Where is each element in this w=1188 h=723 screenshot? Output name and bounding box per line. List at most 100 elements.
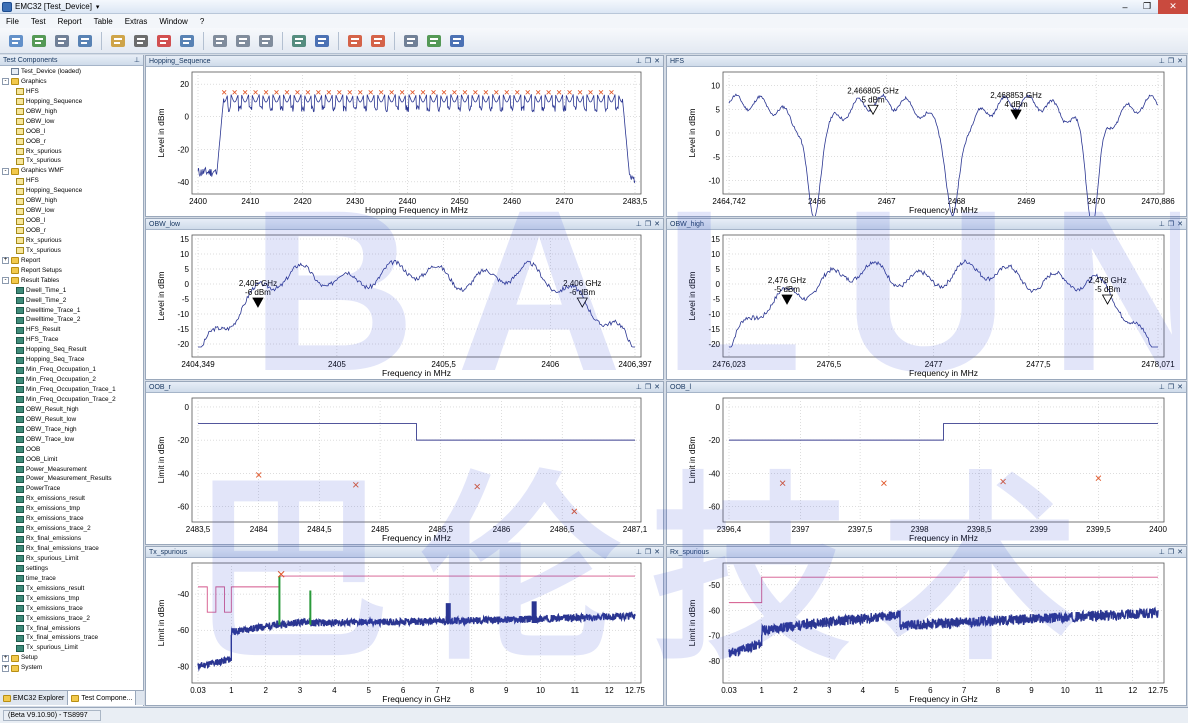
tree-item[interactable]: Hopping_Seq_Result [0,345,144,355]
tree-item[interactable]: OOB_l [0,216,144,226]
close-icon[interactable]: ✕ [1177,220,1183,228]
close-icon[interactable]: ✕ [1177,548,1183,556]
pin-icon[interactable]: ⊥ [1159,220,1165,228]
close-icon[interactable]: ✕ [1177,383,1183,391]
tree-item[interactable]: Min_Freq_Occupation_Trace_2 [0,395,144,405]
pdf-icon[interactable] [154,31,174,51]
collapse-icon[interactable]: - [2,167,9,175]
tree-item[interactable]: OBW_Result_high [0,405,144,415]
tab-test-components[interactable]: Test Compone... [68,691,137,705]
tree-item[interactable]: Rx_emissions_result [0,494,144,504]
edit-icon[interactable] [108,31,128,51]
close-icon[interactable]: ✕ [654,548,660,556]
tree-item[interactable]: HFS [0,176,144,186]
restore-icon[interactable]: ❐ [1168,220,1174,228]
menu-item-help[interactable]: ? [200,17,204,26]
pin-icon[interactable]: ⊥ [1159,383,1165,391]
pin-icon[interactable]: ⊥ [636,548,642,556]
tree-item[interactable]: Tx_emissions_tmp [0,594,144,604]
tree-item[interactable]: Report Setups [0,266,144,276]
tree-item[interactable]: Tx_emissions_result [0,584,144,594]
tree-item[interactable]: HFS_Trace [0,335,144,345]
tree-item[interactable]: OBW_low [0,117,144,127]
tree-item[interactable]: Tx_emissions_trace_2 [0,614,144,624]
tree-item[interactable]: OBW_low [0,206,144,216]
report-icon[interactable] [52,31,72,51]
title-menu-icon[interactable]: ▾ [96,3,100,11]
close-icon[interactable]: ✕ [654,57,660,65]
tree-item[interactable]: OBW_Trace_low [0,435,144,445]
table-icon[interactable] [6,31,26,51]
tree-icon[interactable] [75,31,95,51]
tree-item[interactable]: - Result Tables [0,276,144,286]
tree-item[interactable]: Rx_spurious_Limit [0,554,144,564]
tree-item[interactable]: HFS_Result [0,325,144,335]
database-add-icon[interactable] [210,31,230,51]
tree-item[interactable]: Min_Freq_Occupation_2 [0,375,144,385]
restore-icon[interactable]: ❐ [1168,383,1174,391]
tree-item[interactable]: Tx_spurious_Limit [0,643,144,653]
restore-icon[interactable]: ❐ [645,57,651,65]
tree-item[interactable]: Dwell_Time_1 [0,286,144,296]
tools-icon[interactable] [401,31,421,51]
tree-item[interactable]: Min_Freq_Occupation_Trace_1 [0,385,144,395]
maximize-icon[interactable]: ❐ [1136,0,1158,14]
tree-item[interactable]: Hopping_Sequence [0,97,144,107]
tree-item[interactable]: Rx_emissions_tmp [0,504,144,514]
tree-item[interactable]: HFS [0,87,144,97]
antenna-icon[interactable] [447,31,467,51]
tree-item[interactable]: + Report [0,256,144,266]
close-icon[interactable]: ✕ [654,383,660,391]
tree-item[interactable]: + System [0,663,144,673]
tree-item[interactable]: Rx_final_emissions [0,534,144,544]
tree-item[interactable]: Dwelltime_Trace_1 [0,306,144,316]
collapse-icon[interactable]: - [2,277,9,285]
tree-item[interactable]: Tx_final_emissions_trace [0,633,144,643]
close-icon[interactable]: ✕ [654,220,660,228]
tree-item[interactable]: OBW_Result_low [0,415,144,425]
tree-item[interactable]: Rx_emissions_trace_2 [0,524,144,534]
tree-item[interactable]: OOB_r [0,137,144,147]
tree-item[interactable]: OBW_high [0,107,144,117]
menu-item-extras[interactable]: Extras [125,17,148,26]
tree-item[interactable]: Dwelltime_Trace_2 [0,315,144,325]
pin-icon[interactable]: ⊥ [134,56,140,64]
database-delete-icon[interactable] [256,31,276,51]
tree-item[interactable]: Power_Measurement_Results [0,474,144,484]
tree-item[interactable]: OOB [0,445,144,455]
database-save-icon[interactable] [233,31,253,51]
minimize-icon[interactable]: – [1114,0,1136,14]
pin-icon[interactable]: ⊥ [1159,57,1165,65]
tree-item[interactable]: Hopping_Sequence [0,186,144,196]
menu-item-window[interactable]: Window [159,17,187,26]
tree-item[interactable]: Hopping_Seq_Trace [0,355,144,365]
tree-item[interactable]: - Graphics WMF [0,166,144,176]
pin-icon[interactable]: ⊥ [1159,548,1165,556]
tree-item[interactable]: Rx_spurious [0,147,144,157]
tab-emc32-explorer[interactable]: EMC32 Explorer [0,691,69,705]
plug-icon[interactable] [424,31,444,51]
menu-item-test[interactable]: Test [31,17,46,26]
menu-item-table[interactable]: Table [94,17,113,26]
pin-icon[interactable]: ⊥ [636,57,642,65]
tree-item[interactable]: PowerTrace [0,484,144,494]
expand-icon[interactable]: + [2,664,9,672]
trend-graph-icon[interactable] [29,31,49,51]
tree-item[interactable]: Test_Device (loaded) [0,67,144,77]
collapse-icon[interactable]: - [2,78,9,86]
test1-run-icon[interactable] [345,31,365,51]
restore-icon[interactable]: ❐ [645,548,651,556]
restore-icon[interactable]: ❐ [645,383,651,391]
pin-icon[interactable]: ⊥ [636,383,642,391]
tree-item[interactable]: - Graphics [0,77,144,87]
close-icon[interactable]: ✕ [1177,57,1183,65]
tree-item[interactable]: Rx_final_emissions_trace [0,544,144,554]
tree-item[interactable]: OOB_l [0,127,144,137]
export-icon[interactable] [177,31,197,51]
tree-item[interactable]: OBW_high [0,196,144,206]
tree-item[interactable]: Rx_emissions_trace [0,514,144,524]
test2-run-icon[interactable] [368,31,388,51]
tree-item[interactable]: OBW_Trace_high [0,425,144,435]
tree-item[interactable]: time_trace [0,574,144,584]
menu-item-report[interactable]: Report [58,17,82,26]
